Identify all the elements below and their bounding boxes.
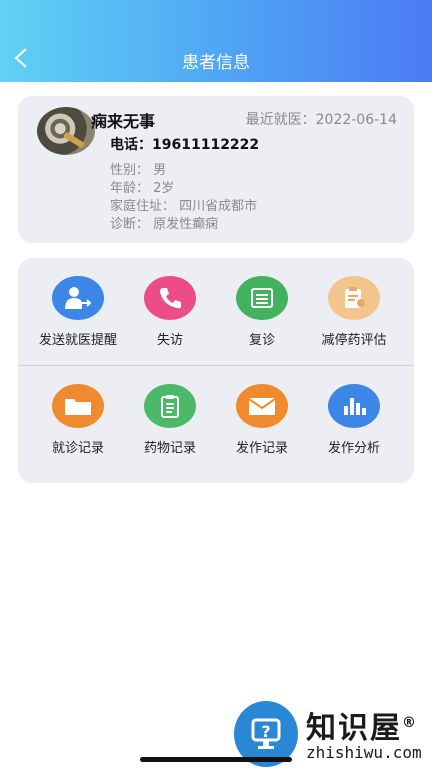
patient-name: 痫来无事	[91, 112, 156, 131]
person-arrow-icon	[52, 276, 104, 320]
watermark-text: 知识屋®	[306, 711, 418, 746]
phone-icon	[144, 276, 196, 320]
svg-text:?: ?	[261, 722, 270, 741]
avatar	[37, 107, 95, 155]
document-stack-icon	[236, 276, 288, 320]
last-visit-date: 最近就医：2022-06-14	[245, 112, 397, 128]
drug-reduction-assessment-button[interactable]: 减停药评估	[299, 276, 409, 348]
home-indicator[interactable]	[140, 757, 292, 762]
patient-age: 年龄： 2岁	[110, 181, 175, 196]
patient-phone: 电话：19611112222	[110, 137, 260, 153]
header-bar: 患者信息	[0, 0, 432, 82]
seizure-analysis-button[interactable]: 发作分析	[299, 384, 409, 456]
clipboard-icon	[144, 384, 196, 428]
bar-chart-icon	[328, 384, 380, 428]
page-title: 患者信息	[182, 53, 250, 73]
envelope-icon	[236, 384, 288, 428]
patient-address: 家庭住址： 四川省成都市	[110, 199, 258, 214]
clipboard-check-icon	[328, 276, 380, 320]
function-divider	[18, 365, 414, 366]
patient-diagnosis: 诊断： 原发性癫痫	[110, 217, 219, 232]
drug-reduction-assessment-label: 减停药评估	[321, 333, 387, 348]
folder-icon	[52, 384, 104, 428]
seizure-analysis-label: 发作分析	[327, 441, 380, 456]
watermark-url: zhishiwu.com	[306, 743, 422, 762]
patient-gender: 性别： 男	[110, 163, 167, 178]
